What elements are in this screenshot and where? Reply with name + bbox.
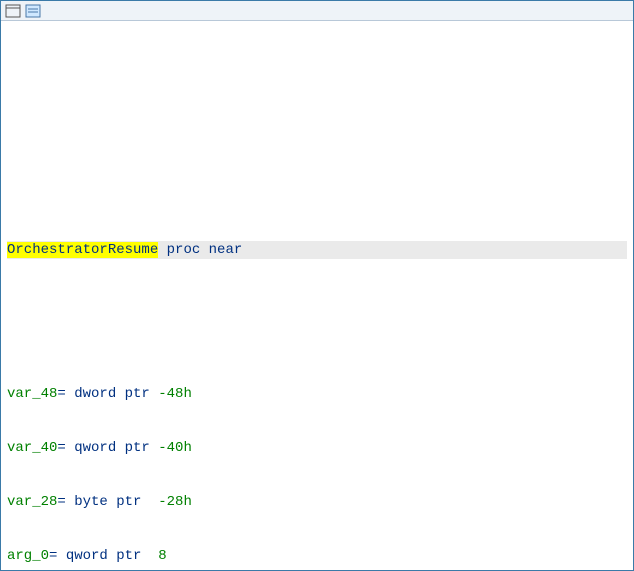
blank-line — [7, 313, 627, 331]
proc-name: OrchestratorResume — [7, 242, 158, 258]
var-decl: var_40= qword ptr -40h — [7, 439, 627, 457]
toolbar-icon-1[interactable] — [5, 4, 21, 18]
disassembly-view[interactable]: OrchestratorResume proc near var_48= dwo… — [1, 21, 633, 570]
blank-line — [7, 169, 627, 187]
var-decl: arg_0= qword ptr 8 — [7, 547, 627, 565]
proc-header-line: OrchestratorResume proc near — [7, 241, 627, 259]
var-decl: var_48= dword ptr -48h — [7, 385, 627, 403]
blank-line — [7, 115, 627, 133]
toolbar-icon-2[interactable] — [25, 4, 41, 18]
toolbar — [1, 1, 633, 21]
disassembly-window: OrchestratorResume proc near var_48= dwo… — [0, 0, 634, 571]
var-decl: var_28= byte ptr -28h — [7, 493, 627, 511]
blank-line — [7, 61, 627, 79]
proc-keyword: proc near — [158, 242, 242, 258]
